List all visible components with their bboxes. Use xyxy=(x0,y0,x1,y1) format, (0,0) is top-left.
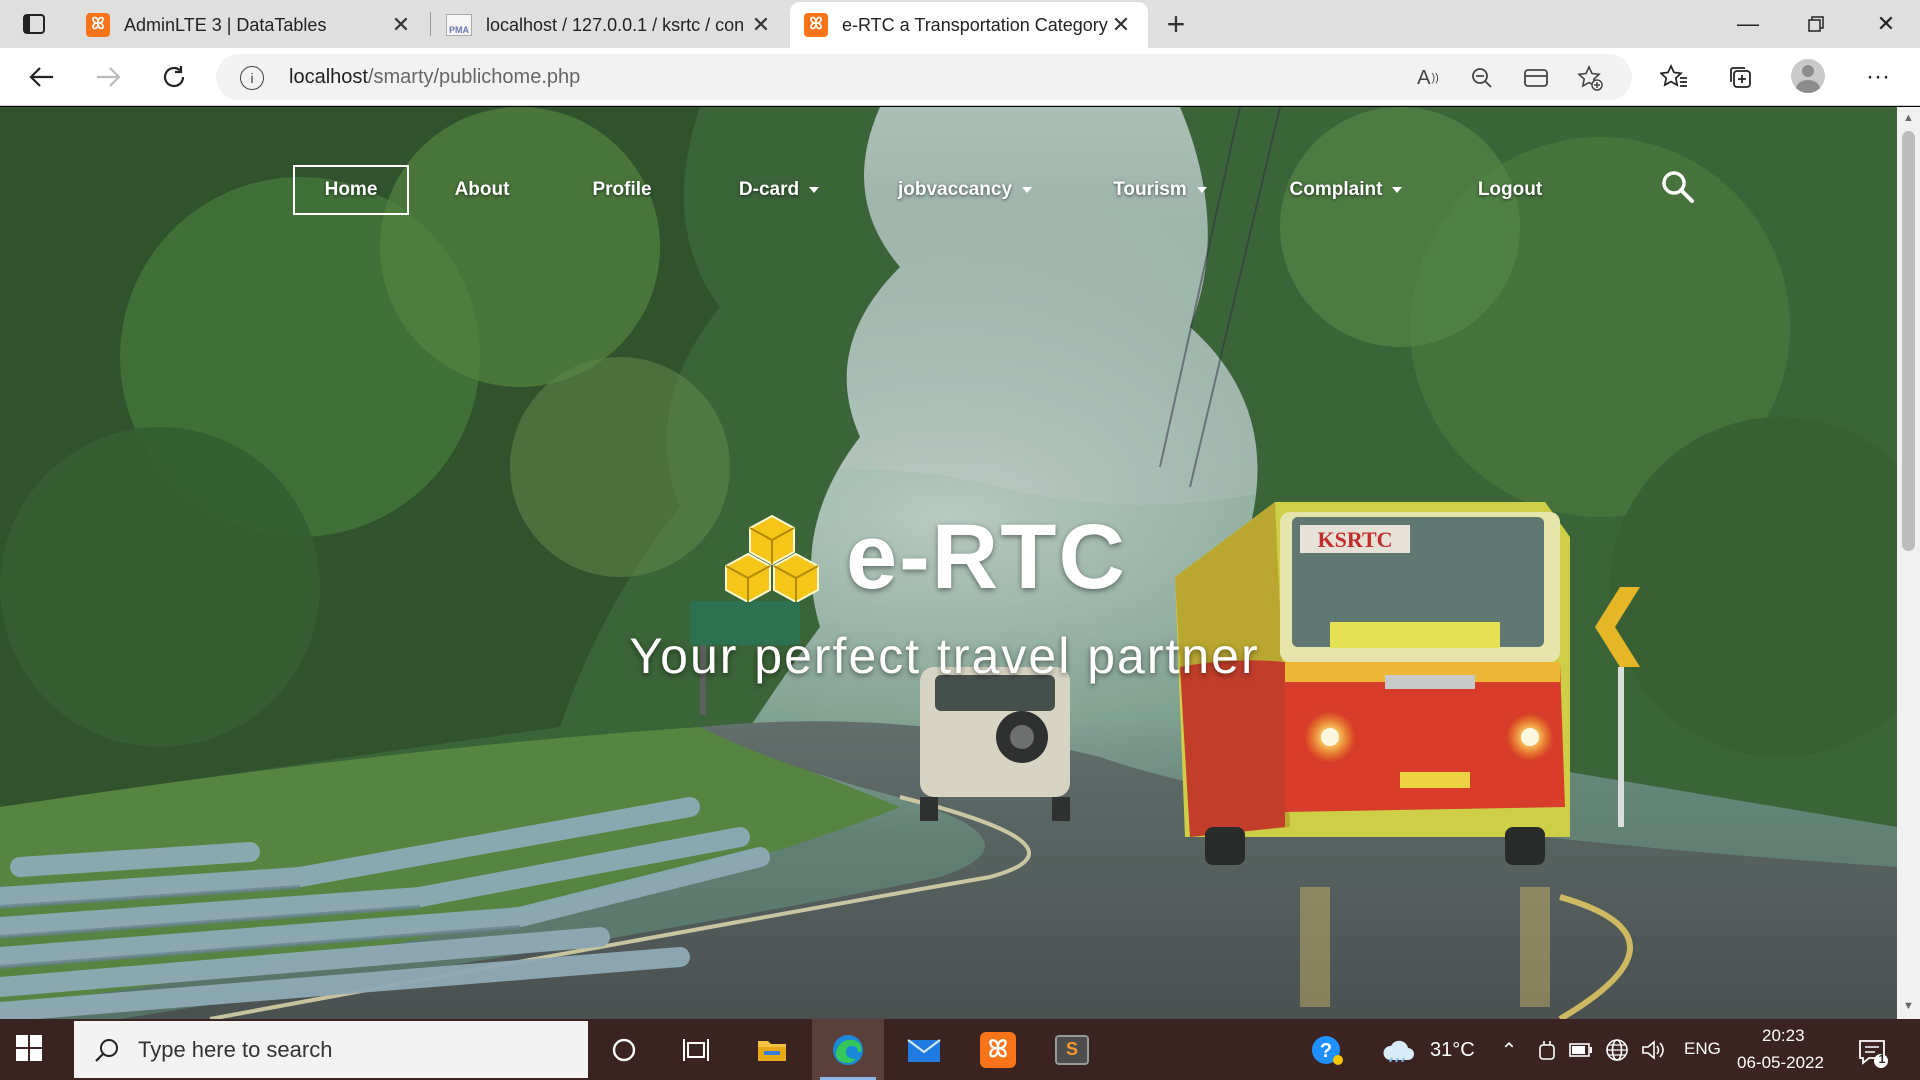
xampp-icon: ꕤ xyxy=(804,13,828,37)
tab-ertc-active[interactable]: ꕤ e-RTC a Transportation Category ✕ xyxy=(790,2,1148,48)
clock-date[interactable]: 06-05-2022 xyxy=(1737,1053,1824,1073)
hero-tagline-wrap: Your perfect travel partner xyxy=(0,627,1897,685)
close-icon[interactable]: ✕ xyxy=(748,12,774,38)
help-icon[interactable]: ? xyxy=(1310,1033,1344,1067)
xampp-icon: ꕤ xyxy=(86,13,110,37)
scroll-up-icon[interactable]: ▲ xyxy=(1902,111,1915,125)
network-globe-icon[interactable] xyxy=(1604,1037,1630,1063)
task-view-icon[interactable] xyxy=(660,1019,732,1080)
nav-complaint-dropdown[interactable]: Complaint xyxy=(1276,165,1416,215)
file-explorer-icon[interactable] xyxy=(736,1019,808,1080)
nav-jobvaccancy-label: jobvaccancy xyxy=(897,179,1013,200)
battery-icon[interactable] xyxy=(1568,1037,1594,1063)
mail-icon[interactable] xyxy=(888,1019,960,1080)
nav-dcard-label: D-card xyxy=(738,179,800,200)
read-aloud-icon[interactable]: A)) xyxy=(1412,62,1444,94)
nav-dcard-dropdown[interactable]: D-card xyxy=(724,165,834,215)
nav-profile-label: Profile xyxy=(592,179,652,200)
nav-profile[interactable]: Profile xyxy=(572,165,672,215)
scroll-down-icon[interactable]: ▼ xyxy=(1902,999,1915,1013)
browser-tab-bar: ꕤ AdminLTE 3 | DataTables ✕ PMA localhos… xyxy=(0,0,1920,48)
restore-button[interactable] xyxy=(1782,0,1850,48)
weather-temperature: 31°C xyxy=(1430,1039,1475,1061)
input-language[interactable]: ENG xyxy=(1684,1039,1721,1059)
svg-text:?: ? xyxy=(1320,1040,1332,1062)
nav-tourism-dropdown[interactable]: Tourism xyxy=(1100,165,1220,215)
nav-tourism-label: Tourism xyxy=(1113,179,1187,200)
sublime-text-icon[interactable]: S xyxy=(1036,1019,1108,1080)
back-button[interactable] xyxy=(22,57,62,97)
url-host: localhost xyxy=(289,66,368,88)
profile-avatar[interactable] xyxy=(1791,59,1825,93)
windows-taskbar: Type here to search ꕤ S ? 31°C ⌃ ENG 20:… xyxy=(0,1019,1920,1080)
address-bar[interactable]: i localhost/smarty/publichome.php A)) xyxy=(216,54,1632,100)
browser-toolbar: i localhost/smarty/publichome.php A)) ··… xyxy=(0,48,1920,106)
new-tab-button[interactable]: + xyxy=(1158,6,1194,42)
add-favorite-icon[interactable] xyxy=(1574,62,1606,94)
nav-logout-label: Logout xyxy=(1477,179,1543,200)
notification-count: 1 xyxy=(1878,1052,1886,1066)
url-text: localhost/smarty/publichome.php xyxy=(289,66,580,89)
minimize-button[interactable]: — xyxy=(1714,0,1782,48)
close-icon[interactable]: ✕ xyxy=(1108,12,1134,38)
nav-home-label: Home xyxy=(324,179,378,200)
notification-center-icon[interactable]: 1 xyxy=(1856,1035,1890,1069)
hero-title: e-RTC xyxy=(846,505,1127,608)
nav-jobvaccancy-dropdown[interactable]: jobvaccancy xyxy=(890,165,1040,215)
taskbar-search-box[interactable]: Type here to search xyxy=(74,1021,588,1078)
tab-title: e-RTC a Transportation Category xyxy=(842,14,1108,35)
caret-down-icon xyxy=(1196,187,1207,193)
cubes-logo-icon xyxy=(725,515,819,602)
device-icon[interactable] xyxy=(1534,1037,1560,1063)
cortana-icon[interactable] xyxy=(588,1019,660,1080)
phpmyadmin-icon: PMA xyxy=(446,14,472,36)
volume-icon[interactable] xyxy=(1640,1037,1666,1063)
taskbar-search-placeholder: Type here to search xyxy=(138,1036,333,1062)
edge-browser-icon[interactable] xyxy=(812,1019,884,1080)
webpage: KSRTC Home About Profile D-card jobvacca… xyxy=(0,107,1897,1019)
hero-tagline: Your perfect travel partner xyxy=(629,628,1260,684)
scrollbar-thumb[interactable] xyxy=(1902,131,1915,551)
caret-down-icon xyxy=(809,187,820,193)
tab-actions-icon[interactable] xyxy=(20,12,48,36)
tab-divider xyxy=(430,12,431,36)
site-info-icon[interactable]: i xyxy=(240,66,264,90)
zoom-out-icon[interactable] xyxy=(1466,62,1498,94)
nav-about[interactable]: About xyxy=(432,165,532,215)
caret-down-icon xyxy=(1392,187,1403,193)
wallet-icon[interactable] xyxy=(1520,62,1552,94)
search-icon[interactable] xyxy=(1660,169,1696,205)
tab-phpmyadmin[interactable]: PMA localhost / 127.0.0.1 / ksrtc / con … xyxy=(432,2,788,48)
favorites-icon[interactable] xyxy=(1654,57,1694,97)
more-menu-icon[interactable]: ··· xyxy=(1858,57,1898,97)
windows-start-icon[interactable] xyxy=(14,1033,56,1067)
nav-complaint-label: Complaint xyxy=(1289,179,1383,200)
xampp-taskbar-icon[interactable]: ꕤ xyxy=(962,1019,1034,1080)
tab-title: AdminLTE 3 | DataTables xyxy=(124,14,327,35)
nav-about-label: About xyxy=(454,179,510,200)
forward-button[interactable] xyxy=(88,57,128,97)
hero-brand: e-RTC xyxy=(722,502,1127,612)
tab-admin-datatables[interactable]: ꕤ AdminLTE 3 | DataTables ✕ xyxy=(72,2,428,48)
weather-cloud-icon[interactable] xyxy=(1382,1037,1416,1063)
tab-title: localhost / 127.0.0.1 / ksrtc / con xyxy=(486,14,745,35)
refresh-button[interactable] xyxy=(154,57,194,97)
url-path: /smarty/publichome.php xyxy=(367,66,581,88)
close-icon[interactable]: ✕ xyxy=(388,12,414,38)
page-scrollbar[interactable]: ▲ ▼ xyxy=(1897,107,1920,1019)
main-navigation: Home About Profile D-card jobvaccancy To… xyxy=(0,107,1897,247)
search-icon xyxy=(95,1038,118,1062)
close-window-button[interactable]: ✕ xyxy=(1852,0,1920,48)
caret-down-icon xyxy=(1022,187,1033,193)
collections-icon[interactable] xyxy=(1720,57,1760,97)
nav-logout[interactable]: Logout xyxy=(1460,165,1560,215)
clock-time[interactable]: 20:23 xyxy=(1762,1026,1805,1046)
nav-home[interactable]: Home xyxy=(293,165,409,215)
chevron-up-icon[interactable]: ⌃ xyxy=(1496,1037,1522,1063)
